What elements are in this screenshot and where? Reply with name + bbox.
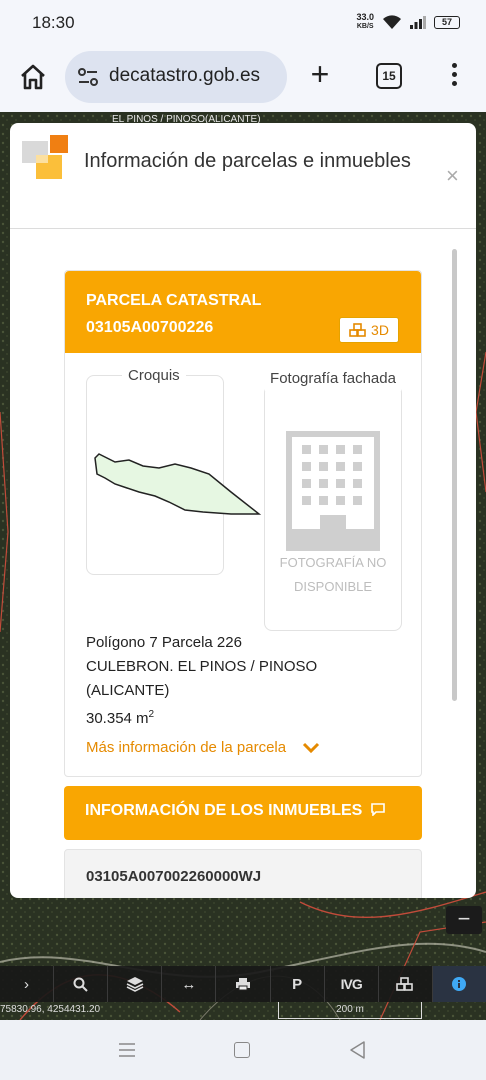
inmueble-item[interactable]: 03105A007002260000WJ xyxy=(64,849,422,898)
map-scale: 200 m xyxy=(278,1002,422,1019)
dialog-scrollbar[interactable] xyxy=(452,249,457,701)
photo-not-available: FOTOGRAFÍA NO DISPONIBLE xyxy=(279,555,387,594)
ivg-icon: IVG xyxy=(340,976,363,992)
recents-icon[interactable] xyxy=(118,1042,136,1058)
parcel-card: PARCELA CATASTRAL 03105A00700226 3D Croq… xyxy=(64,270,422,777)
layers-icon xyxy=(126,977,144,992)
url-text[interactable]: decatastro.gob.es xyxy=(109,65,281,87)
status-indicators: 33.0 KB/S 57 xyxy=(356,13,460,31)
parcel-button[interactable]: P xyxy=(271,966,325,1002)
croquis-sketch[interactable]: Croquis xyxy=(86,367,262,575)
new-tab-button[interactable]: + xyxy=(305,58,335,90)
chevron-down-icon[interactable] xyxy=(302,742,320,754)
info-button[interactable] xyxy=(432,966,486,1002)
parcel-p-icon: P xyxy=(292,975,303,993)
parcel-card-header: PARCELA CATASTRAL 03105A00700226 3D xyxy=(65,271,421,353)
status-bar: 18:30 33.0 KB/S 57 xyxy=(0,0,486,46)
ivg-button[interactable]: IVG xyxy=(325,966,379,1002)
layers-button[interactable] xyxy=(108,966,163,1002)
view-3d-button[interactable]: 3D xyxy=(339,317,399,343)
inmuebles-header[interactable]: INFORMACIÓN DE LOS INMUEBLES xyxy=(64,786,422,840)
more-info-link[interactable]: Más información de la parcela xyxy=(86,739,320,756)
status-time: 18:30 xyxy=(32,13,75,32)
network-speed: 33.0 KB/S xyxy=(356,12,374,31)
signal-icon xyxy=(410,16,426,29)
inmueble-reference[interactable]: 03105A007002260000WJ xyxy=(86,868,261,885)
home-icon[interactable] xyxy=(18,62,48,92)
tab-switcher-button[interactable]: 15 xyxy=(376,63,402,89)
dialog-title: Información de parcelas e inmuebles xyxy=(84,150,411,172)
site-settings-icon[interactable] xyxy=(77,67,99,87)
expand-toolbar-button[interactable]: › xyxy=(0,966,55,1002)
measure-button[interactable]: ↔ xyxy=(162,966,217,1002)
browser-menu-button[interactable] xyxy=(444,60,464,92)
facade-photo-label: Fotografía fachada xyxy=(265,367,401,391)
parcel-info-dialog: Información de parcelas e inmuebles × PA… xyxy=(10,123,476,898)
cubes-icon xyxy=(396,977,414,991)
zoom-out-button[interactable]: − xyxy=(446,906,482,934)
croquis-label: Croquis xyxy=(122,367,186,384)
wifi-icon xyxy=(383,15,401,29)
parcel-address: CULEBRON. EL PINOS / PINOSO xyxy=(86,658,318,675)
inmuebles-title: INFORMACIÓN DE LOS INMUEBLES xyxy=(85,802,386,820)
search-icon xyxy=(73,977,88,992)
print-button[interactable] xyxy=(216,966,271,1002)
browser-toolbar: decatastro.gob.es + 15 xyxy=(0,46,486,112)
map-coordinates: 75830.96, 4254431.20 xyxy=(0,1004,101,1015)
close-icon[interactable]: × xyxy=(446,163,459,189)
dialog-divider xyxy=(10,228,476,229)
parcel-details: Polígono 7 Parcela 226 CULEBRON. EL PINO… xyxy=(86,631,317,731)
3d-tool-button[interactable] xyxy=(379,966,433,1002)
catastro-logo xyxy=(22,135,68,179)
back-icon[interactable] xyxy=(348,1040,368,1060)
battery-icon: 57 xyxy=(434,15,460,29)
parcel-card-title: PARCELA CATASTRAL 03105A00700226 xyxy=(86,292,262,336)
print-icon xyxy=(235,978,250,991)
parcel-location: Polígono 7 Parcela 226 xyxy=(86,634,242,651)
chevron-right-icon: › xyxy=(24,975,30,993)
url-bar[interactable]: decatastro.gob.es xyxy=(65,51,287,103)
building-icon xyxy=(286,431,380,551)
search-button[interactable] xyxy=(54,966,109,1002)
map-toolbar: › ↔ P IVG xyxy=(0,966,486,1002)
system-nav-bar xyxy=(0,1020,486,1080)
measure-icon: ↔ xyxy=(181,975,197,993)
chat-icon xyxy=(370,803,385,817)
info-icon xyxy=(452,977,467,991)
parcel-province: (ALICANTE) xyxy=(86,682,170,699)
parcel-shape-sketch xyxy=(94,453,262,515)
parcel-area: 30.354 m2 xyxy=(86,709,155,727)
nav-home-icon[interactable] xyxy=(234,1042,250,1058)
cubes-icon xyxy=(349,323,366,337)
